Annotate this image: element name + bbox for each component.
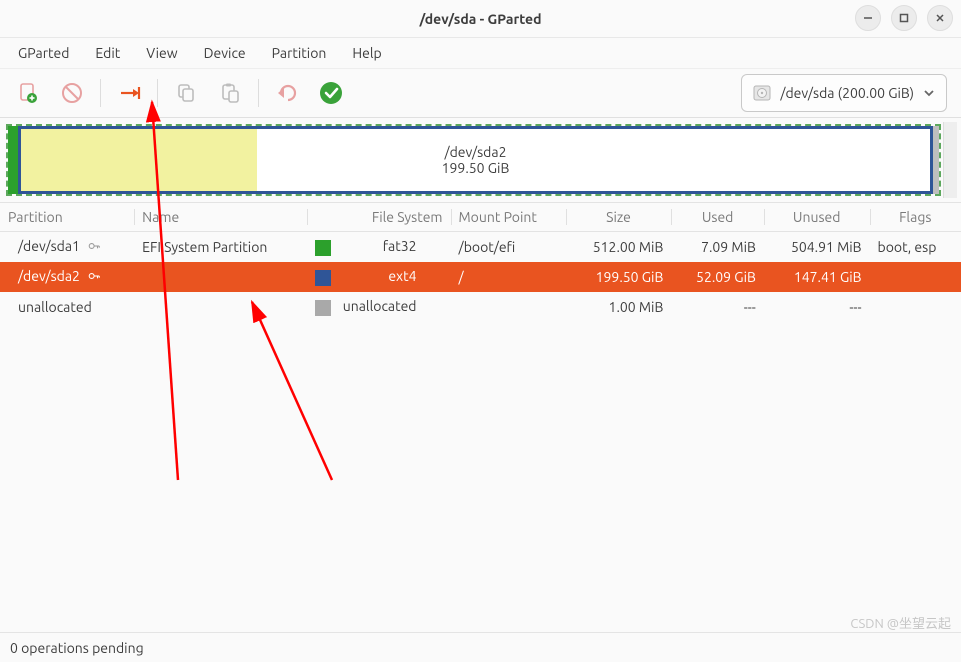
graphic-slice-label: /dev/sda2 199.50 GiB [21,129,930,191]
undo-button[interactable] [269,75,305,111]
fs-color-swatch [315,240,331,256]
menubar: GParted Edit View Device Partition Help [0,38,961,68]
partition-graphic[interactable]: /dev/sda2 199.50 GiB [6,124,941,196]
graphic-slice-unallocated[interactable] [933,126,939,194]
apply-button[interactable] [313,75,349,111]
col-unused[interactable]: Unused [764,203,870,232]
menu-help[interactable]: Help [340,41,393,65]
copy-icon [174,81,198,105]
statusbar-text: 0 operations pending [10,640,144,656]
check-circle-icon [318,80,344,106]
cell-unused: 504.91 MiB [764,232,870,262]
lock-key-icon [86,269,102,286]
col-filesystem[interactable]: File System [307,203,451,232]
cell-partition: /dev/sda1 [0,232,134,262]
cell-filesystem: ext4 [307,262,451,292]
window-controls [855,5,953,31]
partition-graphic-wrap: /dev/sda2 199.50 GiB [0,118,961,202]
minimize-button[interactable] [855,5,881,31]
device-selector[interactable]: /dev/sda (200.00 GiB) [741,74,947,112]
cell-filesystem: unallocated [307,292,451,322]
partition-table: Partition Name File System Mount Point S… [0,202,961,322]
watermark: CSDN @坐望云起 [850,613,951,632]
cell-name [134,292,306,322]
cell-partition: /dev/sda2 [0,262,134,292]
graphic-slice-sda1[interactable] [8,126,18,194]
table-row[interactable]: unallocatedunallocated1.00 MiB------ [0,292,961,322]
cell-unused: 147.41 GiB [764,262,870,292]
col-partition[interactable]: Partition [0,203,134,232]
table-row[interactable]: /dev/sda1EFI System Partitionfat32/boot/… [0,232,961,262]
toolbar-separator [157,79,158,107]
resize-arrow-icon [117,81,141,105]
cell-used: 7.09 MiB [671,232,764,262]
cell-mountpoint: / [451,262,566,292]
lock-key-icon [86,239,102,256]
graphic-partition-name: /dev/sda2 [445,144,507,160]
graphic-partition-size: 199.50 GiB [442,160,510,176]
table-header-row: Partition Name File System Mount Point S… [0,203,961,232]
document-plus-icon [16,81,40,105]
graphic-slice-sda2[interactable]: /dev/sda2 199.50 GiB [18,126,933,194]
cell-mountpoint [451,292,566,322]
close-icon [934,12,946,24]
cell-used: --- [671,292,764,322]
new-partition-button[interactable] [10,75,46,111]
minimize-icon [862,12,874,24]
cell-flags [870,292,961,322]
toolbar-separator [100,79,101,107]
paste-icon [218,81,242,105]
statusbar: 0 operations pending [0,632,961,662]
window-title: /dev/sda - GParted [420,11,542,27]
cell-flags [870,262,961,292]
fs-color-swatch [315,300,331,316]
undo-icon [275,81,299,105]
paste-button[interactable] [212,75,248,111]
maximize-icon [898,12,910,24]
no-entry-icon [60,81,84,105]
resize-move-button[interactable] [111,75,147,111]
cell-mountpoint: /boot/efi [451,232,566,262]
harddisk-icon [752,83,772,103]
cell-name [134,262,306,292]
menu-device[interactable]: Device [192,41,258,65]
maximize-button[interactable] [891,5,917,31]
chevron-down-icon [922,86,936,100]
cell-unused: --- [764,292,870,322]
cell-flags: boot, esp [870,232,961,262]
cell-size: 199.50 GiB [566,262,672,292]
graphic-scrollbar[interactable] [943,122,957,198]
delete-partition-button[interactable] [54,75,90,111]
cell-size: 512.00 MiB [566,232,672,262]
toolbar: /dev/sda (200.00 GiB) [0,68,961,118]
toolbar-separator [258,79,259,107]
device-selector-label: /dev/sda (200.00 GiB) [780,85,914,101]
menu-view[interactable]: View [134,41,189,65]
col-size[interactable]: Size [566,203,672,232]
col-name[interactable]: Name [134,203,306,232]
cell-used: 52.09 GiB [671,262,764,292]
menu-edit[interactable]: Edit [83,41,132,65]
cell-size: 1.00 MiB [566,292,672,322]
cell-partition: unallocated [0,292,134,322]
menu-gparted[interactable]: GParted [6,41,81,65]
col-mountpoint[interactable]: Mount Point [451,203,566,232]
close-button[interactable] [927,5,953,31]
col-flags[interactable]: Flags [870,203,961,232]
copy-button[interactable] [168,75,204,111]
fs-color-swatch [315,270,331,286]
col-used[interactable]: Used [671,203,764,232]
titlebar: /dev/sda - GParted [0,0,961,38]
cell-filesystem: fat32 [307,232,451,262]
cell-name: EFI System Partition [134,232,306,262]
table-row[interactable]: /dev/sda2 ext4/199.50 GiB52.09 GiB147.41 … [0,262,961,292]
menu-partition[interactable]: Partition [260,41,339,65]
